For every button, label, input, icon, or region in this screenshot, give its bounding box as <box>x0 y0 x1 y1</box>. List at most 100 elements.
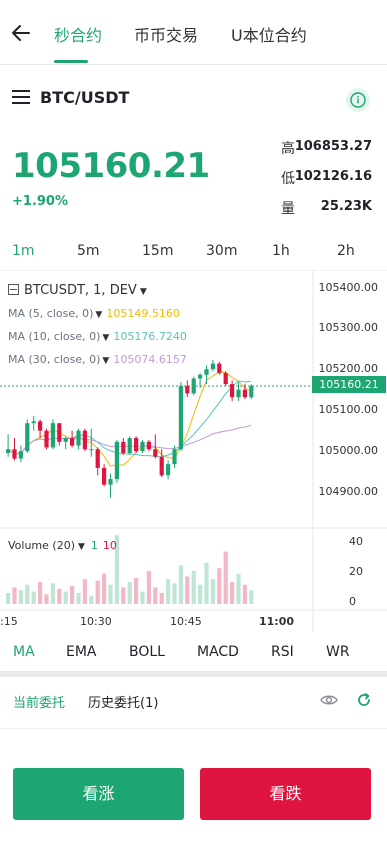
price-tick: 105400.00 <box>318 281 379 294</box>
interval-2h[interactable]: 2h <box>337 243 355 259</box>
volume-legend-label: Volume (20) <box>8 539 75 552</box>
interval-5m[interactable]: 5m <box>77 243 100 259</box>
candle-body <box>63 438 68 442</box>
info-icon[interactable] <box>346 88 370 112</box>
candle-body <box>178 385 183 450</box>
volume-bar <box>223 551 228 604</box>
candle-body <box>121 441 126 453</box>
volume-bar <box>63 591 68 604</box>
volume-bar <box>191 570 196 604</box>
candle-body <box>134 438 139 452</box>
volume-bar <box>153 587 158 604</box>
volume-bar <box>172 583 177 604</box>
high-value: 106853.27 <box>294 139 372 154</box>
candle-body <box>140 441 145 452</box>
ma10-value: 105176.7240 <box>113 330 187 343</box>
volume-bar <box>242 584 247 604</box>
volume-up-count: 1 <box>90 539 98 552</box>
volume-label: 量 <box>281 201 295 217</box>
candle-body <box>89 449 94 451</box>
price-tick: 105000.00 <box>318 444 379 457</box>
indicator-rsi[interactable]: RSI <box>271 644 294 660</box>
volume-bar <box>204 562 209 604</box>
sell-down-button[interactable]: 看跌 <box>200 768 371 820</box>
candle-body <box>146 441 151 450</box>
tab-order-history[interactable]: 历史委托(1) <box>88 692 158 711</box>
indicator-boll[interactable]: BOLL <box>129 644 165 660</box>
interval-1m[interactable]: 1m <box>12 243 35 259</box>
volume-bar <box>108 584 113 604</box>
volume-bar <box>127 581 132 604</box>
candle-body <box>44 430 49 448</box>
ma5-legend[interactable]: MA (5, close, 0) ▼ 105149.5160 <box>8 307 180 320</box>
volume-legend[interactable]: Volume (20) ▼ 1 10 <box>8 539 117 552</box>
candle-body <box>31 421 36 424</box>
trading-pair[interactable]: BTC/USDT <box>40 88 129 107</box>
volume-tick: 0 <box>349 595 356 608</box>
volume-bar <box>230 581 235 604</box>
candle-body <box>191 378 196 394</box>
time-tick: :15 <box>0 615 18 628</box>
indicator-ema[interactable]: EMA <box>66 644 97 660</box>
candle-body <box>95 449 100 468</box>
interval-30m[interactable]: 30m <box>206 243 237 259</box>
orders-divider <box>0 728 387 729</box>
refresh-icon[interactable] <box>356 692 372 708</box>
chevron-down-icon: ▼ <box>78 542 85 552</box>
volume-bar <box>70 586 75 604</box>
active-tab-indicator <box>54 60 88 63</box>
tab-second-contract[interactable]: 秒合约 <box>54 22 102 46</box>
volume-down-count: 10 <box>102 539 117 552</box>
tab-usdt-contract[interactable]: U本位合约 <box>231 22 307 46</box>
collapse-icon[interactable] <box>8 284 19 295</box>
candle-body <box>12 449 17 459</box>
price-tick: 105300.00 <box>318 321 379 334</box>
volume-bar <box>31 591 36 604</box>
volume-bar <box>210 579 215 604</box>
volume-bar <box>178 565 183 604</box>
candle-body <box>82 430 87 450</box>
ma30-value: 105074.6157 <box>113 353 187 366</box>
chevron-down-icon: ▼ <box>95 310 103 320</box>
indicator-wr[interactable]: WR <box>326 644 350 660</box>
menu-icon[interactable] <box>12 89 30 105</box>
candle-body <box>159 456 164 476</box>
buy-up-button[interactable]: 看涨 <box>13 768 184 820</box>
volume-bar <box>121 587 126 604</box>
eye-icon[interactable] <box>320 693 338 707</box>
time-tick: 11:00 <box>259 615 295 628</box>
candle-body <box>18 451 23 459</box>
indicator-macd[interactable]: MACD <box>197 644 239 660</box>
candle-body <box>57 423 62 442</box>
candle-body <box>198 374 203 379</box>
ma30-legend[interactable]: MA (30, close, 0) ▼ 105074.6157 <box>8 353 187 366</box>
candle-body <box>50 423 55 448</box>
interval-15m[interactable]: 15m <box>142 243 173 259</box>
volume-tick: 40 <box>349 535 363 548</box>
ma10-legend[interactable]: MA (10, close, 0) ▼ 105176.7240 <box>8 330 187 343</box>
price-change-percent: +1.90% <box>12 194 68 209</box>
back-arrow-icon[interactable] <box>10 22 32 44</box>
volume-bar <box>198 584 203 604</box>
chart-symbol-line[interactable]: BTCUSDT, 1, DEV ▼ <box>8 283 147 298</box>
tab-current-orders[interactable]: 当前委托 <box>13 692 65 711</box>
ma30-label: MA (30, close, 0) <box>8 353 101 366</box>
volume-bar <box>6 592 11 604</box>
candle-body <box>70 438 75 446</box>
candle-body <box>172 449 177 465</box>
ma10-label: MA (10, close, 0) <box>8 330 101 343</box>
volume-bar <box>57 588 62 604</box>
volume-bar <box>140 591 145 604</box>
candle-body <box>127 438 132 453</box>
interval-1h[interactable]: 1h <box>272 243 290 259</box>
candle-body <box>114 441 119 480</box>
candle-body <box>223 372 228 385</box>
time-tick: 10:45 <box>170 615 202 628</box>
chart-symbol: BTCUSDT, 1, DEV <box>24 283 137 298</box>
candle-body <box>242 389 247 398</box>
candle-body <box>6 449 11 453</box>
price-chart[interactable]: BTCUSDT, 1, DEV ▼ MA (5, close, 0) ▼ 105149… <box>0 270 387 632</box>
tab-spot-trading[interactable]: 币币交易 <box>134 22 198 46</box>
volume-bar <box>25 584 30 604</box>
indicator-ma[interactable]: MA <box>13 644 35 660</box>
